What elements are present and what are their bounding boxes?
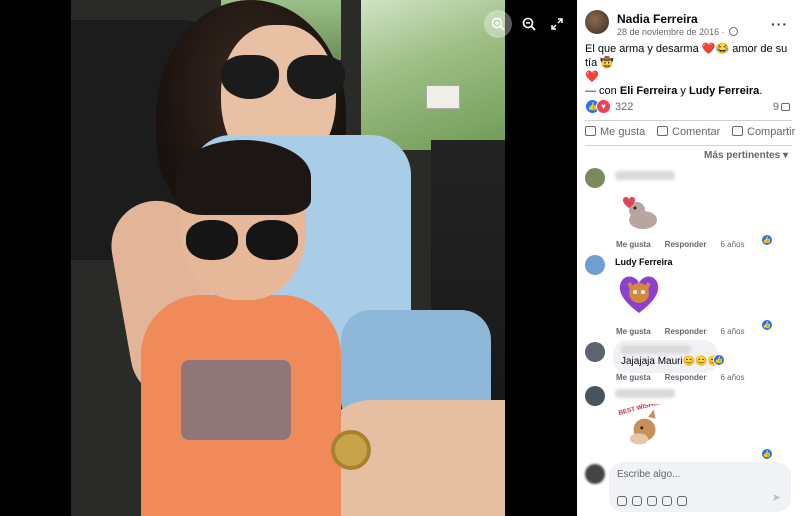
thumbs-up-icon [585, 126, 596, 136]
comment-bubble: Jajajaja Mauri😊😊😊 [613, 340, 721, 373]
commenter-avatar[interactable] [585, 342, 605, 362]
share-label: Compartir [747, 126, 796, 138]
post-side-panel: Nadia Ferreira 28 de noviembre de 2016 ·… [577, 0, 800, 516]
comment-meta: Me gusta Responder 6 años [616, 327, 759, 336]
commenter-avatar[interactable] [585, 255, 605, 275]
comment-item: BEST WISHES 👍 [585, 386, 795, 460]
post-tags: — con Eli Ferreira y Ludy Ferreira. [585, 84, 795, 98]
tagged-user-2[interactable]: Ludy Ferreira [689, 85, 759, 97]
window-sticker [426, 85, 460, 109]
post-viewer: Nadia Ferreira 28 de noviembre de 2016 ·… [0, 0, 800, 516]
avatar-sticker-icon[interactable] [617, 496, 627, 506]
post-message: El que arma y desarma ❤️😂 amor de su tía… [585, 42, 795, 98]
comment-item: Jajajaja Mauri😊😊😊 👍 Me gusta Responder 6 a… [585, 340, 795, 382]
author-avatar[interactable] [585, 10, 609, 34]
boy-shirt-print [181, 360, 291, 440]
post-date-text[interactable]: 28 de noviembre de 2016 [617, 27, 719, 37]
sticker-caption: BEST WISHES [618, 404, 663, 417]
comment-count-text[interactable]: 9 [773, 101, 779, 113]
post-actions: Me gusta Comentar Compartir [585, 124, 800, 142]
sticker-image: BEST WISHES [618, 404, 663, 445]
comment-bubble-icon [657, 126, 668, 136]
more-options-icon[interactable]: ··· [771, 16, 788, 32]
comment-reply-link[interactable]: Responder [665, 373, 707, 382]
with-join: y [677, 85, 689, 97]
comment-count[interactable]: 9 [773, 101, 790, 113]
comment-like-link[interactable]: Me gusta [616, 327, 651, 336]
sticker-image [623, 197, 657, 229]
like-label: Me gusta [600, 126, 646, 138]
like-button[interactable]: Me gusta [585, 126, 645, 138]
commenter-name-blurred [615, 389, 675, 398]
post-author[interactable]: Nadia Ferreira [617, 12, 698, 26]
chevron-down-icon: ▾ [782, 150, 788, 161]
post-photo[interactable] [71, 0, 505, 516]
commenter-name-blurred [621, 345, 691, 354]
comment-reply-link[interactable]: Responder [665, 327, 707, 336]
comment-reply-link[interactable]: Responder [665, 240, 707, 249]
comment-age[interactable]: 6 años [720, 373, 744, 382]
woman-sunglasses [221, 55, 351, 110]
post-date[interactable]: 28 de noviembre de 2016 · [617, 27, 739, 37]
send-icon[interactable]: ➤ [772, 491, 781, 504]
commenter-avatar[interactable] [585, 168, 605, 188]
comment-icon [781, 103, 790, 111]
comment-age[interactable]: 6 años [720, 327, 744, 336]
share-icon [732, 126, 743, 136]
boy-hair [176, 140, 311, 215]
comment-like-icon: 👍 [761, 234, 773, 246]
sort-dropdown[interactable]: Más pertinentes ▾ [704, 150, 788, 161]
commenter-avatar[interactable] [585, 386, 605, 406]
divider [585, 120, 792, 121]
share-button[interactable]: Compartir [732, 126, 795, 138]
comment-input[interactable] [617, 469, 777, 480]
comment-text: Jajajaja Mauri😊😊😊 [621, 356, 721, 367]
post-text-line2: ❤️ [585, 71, 599, 83]
globe-icon [729, 27, 739, 36]
comment-age[interactable]: 6 años [720, 240, 744, 249]
comment-like-link[interactable]: Me gusta [616, 373, 651, 382]
commenter-name[interactable]: Ludy Ferreira [615, 257, 673, 267]
gold-watch [331, 430, 371, 470]
fullscreen-icon[interactable] [543, 10, 571, 38]
comment-like-icon: 👍 [761, 319, 773, 331]
post-text-line1: El que arma y desarma ❤️😂 amor de su tía… [585, 43, 788, 69]
divider [585, 145, 792, 146]
love-reaction-icon[interactable]: ♥ [596, 99, 611, 114]
viewer-avatar [585, 464, 605, 484]
post-header: Nadia Ferreira 28 de noviembre de 2016 ·… [585, 10, 800, 40]
photo-viewer [0, 0, 577, 516]
reactions-bar: 👍 ♥ 322 9 [585, 99, 792, 115]
comment-box[interactable]: ➤ [609, 462, 791, 512]
composer-icons [617, 493, 692, 511]
comment-like-icon: 👍 [761, 448, 773, 460]
comment-button[interactable]: Comentar [657, 126, 720, 138]
zoom-out-icon[interactable] [515, 10, 543, 38]
comment-like-icon: 👍 [713, 354, 725, 366]
reaction-count[interactable]: 322 [615, 101, 633, 113]
comment-meta: Me gusta Responder 6 años [616, 240, 759, 249]
commenter-name-blurred [615, 171, 675, 180]
with-suffix: . [759, 85, 763, 97]
sort-label: Más pertinentes [704, 150, 781, 161]
sticker-image [619, 276, 659, 313]
sticker-icon[interactable] [677, 496, 687, 506]
camera-icon[interactable] [647, 496, 657, 506]
comment-meta: Me gusta Responder 6 años [616, 373, 759, 382]
with-prefix: — con [585, 85, 620, 97]
comment-composer: ➤ [585, 462, 793, 512]
comment-item: Me gusta Responder 6 años 👍 [585, 168, 795, 249]
emoji-icon[interactable] [632, 496, 642, 506]
boy-sunglasses [186, 220, 301, 265]
comment-like-link[interactable]: Me gusta [616, 240, 651, 249]
tagged-user-1[interactable]: Eli Ferreira [620, 85, 677, 97]
gif-icon[interactable] [662, 496, 672, 506]
comment-label: Comentar [672, 126, 721, 138]
zoom-in-icon[interactable] [484, 10, 512, 38]
comment-item: Ludy Ferreira Me gusta Responder 6 años 👍 [585, 255, 795, 336]
